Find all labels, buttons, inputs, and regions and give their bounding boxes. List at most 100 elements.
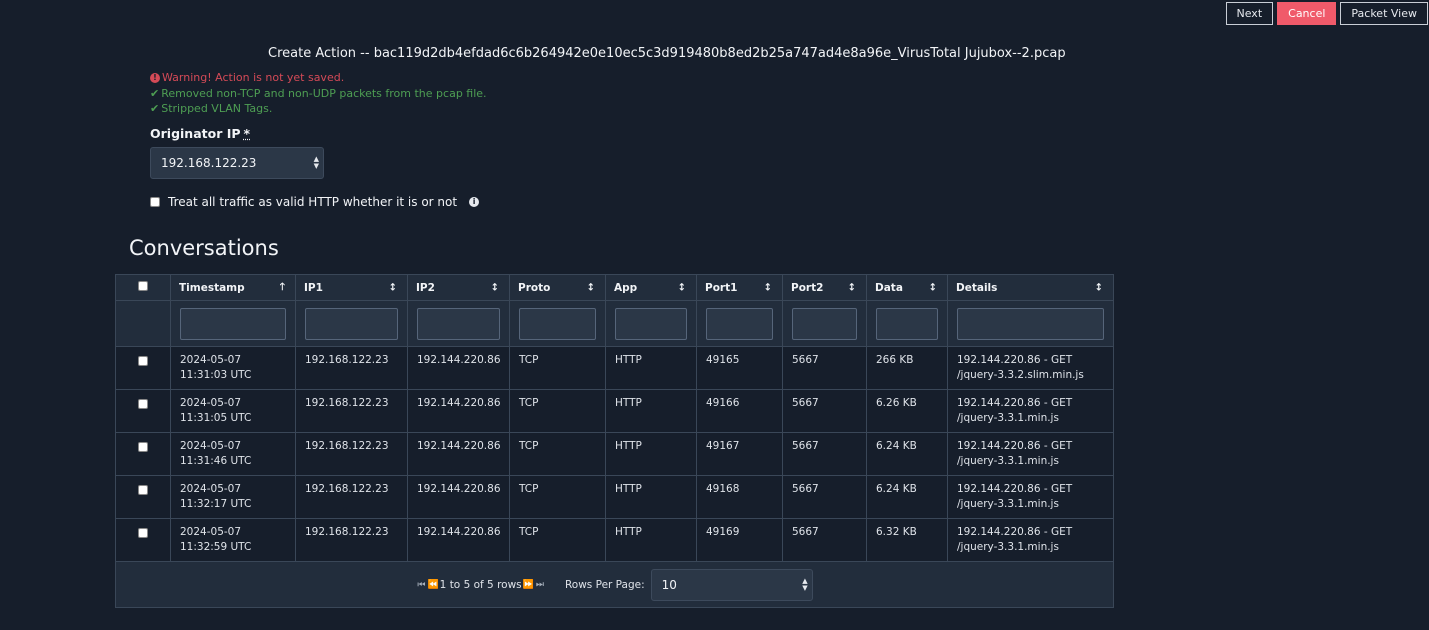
cell-data: 6.24 KB (866, 475, 948, 519)
cell-ip1: 192.168.122.23 (295, 518, 408, 562)
next-button[interactable]: Next (1225, 2, 1274, 25)
row-checkbox[interactable] (138, 356, 148, 366)
sort-icon[interactable]: ↕ (848, 282, 856, 293)
column-header-details[interactable]: Details ↕ (947, 274, 1114, 301)
table-row[interactable]: 2024-05-07 11:31:46 UTC 192.168.122.23 1… (115, 432, 1114, 476)
first-page-icon[interactable]: ⏮ (417, 580, 425, 590)
cell-app: HTTP (605, 346, 697, 390)
cell-data: 6.24 KB (866, 432, 948, 476)
filter-port2-input[interactable] (792, 307, 857, 340)
next-page-icon[interactable]: ⏩ (523, 580, 534, 590)
filter-cell (866, 300, 948, 347)
last-page-icon[interactable]: ⏭ (536, 580, 544, 590)
rows-per-page-label: Rows Per Page: (564, 578, 645, 591)
cell-details: 192.144.220.86 - GET /jquery-3.3.2.slim.… (947, 346, 1114, 390)
sort-icon[interactable]: ↕ (389, 282, 397, 293)
cell-timestamp: 2024-05-07 11:32:59 UTC (170, 518, 296, 562)
table-row[interactable]: 2024-05-07 11:32:59 UTC 192.168.122.23 1… (115, 518, 1114, 562)
column-label: Data (875, 281, 903, 294)
rows-per-page-select[interactable]: 10 ▲ ▼ (650, 568, 813, 601)
select-arrows-icon: ▲ ▼ (313, 155, 319, 170)
cell-app: HTTP (605, 475, 697, 519)
row-select-cell (115, 475, 171, 519)
originator-ip-select[interactable]: 192.168.122.23 ▲ ▼ (150, 147, 324, 179)
rows-per-page-value: 10 (661, 577, 677, 592)
cell-port1: 49166 (696, 389, 783, 433)
cancel-button[interactable]: Cancel (1277, 2, 1337, 25)
column-header-app[interactable]: App ↕ (605, 274, 697, 301)
column-label: Port1 (705, 281, 738, 294)
cell-details: 192.144.220.86 - GET /jquery-3.3.1.min.j… (947, 518, 1114, 562)
column-header-port2[interactable]: Port2 ↕ (782, 274, 867, 301)
filter-app-input[interactable] (615, 307, 687, 340)
column-header-proto[interactable]: Proto ↕ (509, 274, 606, 301)
sort-icon[interactable]: ↕ (587, 282, 595, 293)
column-header-port1[interactable]: Port1 ↕ (696, 274, 783, 301)
info-icon[interactable]: i (469, 197, 480, 207)
pagination: ⏮ ⏪ 1 to 5 of 5 rows ⏩ ⏭ Rows Per Page: … (117, 568, 1112, 601)
filter-data-input[interactable] (876, 307, 938, 340)
row-checkbox[interactable] (138, 399, 148, 409)
filter-ip1-input[interactable] (305, 307, 398, 340)
row-checkbox[interactable] (138, 485, 148, 495)
sort-icon[interactable]: ↕ (1095, 282, 1103, 293)
sort-icon[interactable]: ↕ (929, 282, 937, 293)
filter-cell-empty (115, 300, 171, 347)
previous-page-icon[interactable]: ⏪ (427, 580, 438, 590)
cell-data: 266 KB (866, 346, 948, 390)
column-label: IP1 (304, 281, 323, 294)
treat-http-option: Treat all traffic as valid HTTP whether … (150, 195, 480, 209)
sort-icon[interactable]: ↕ (491, 282, 499, 293)
filter-port1-input[interactable] (706, 307, 773, 340)
treat-http-label: Treat all traffic as valid HTTP whether … (168, 195, 458, 209)
table-row[interactable]: 2024-05-07 11:31:05 UTC 192.168.122.23 1… (115, 389, 1114, 433)
treat-http-checkbox[interactable] (150, 197, 160, 207)
pagination-range: 1 to 5 of 5 rows (439, 578, 522, 591)
column-label: Port2 (791, 281, 824, 294)
select-arrows-icon: ▲ ▼ (802, 576, 808, 592)
cell-timestamp: 2024-05-07 11:31:05 UTC (170, 389, 296, 433)
cell-ip1: 192.168.122.23 (295, 475, 408, 519)
column-header-ip1[interactable]: IP1 ↕ (295, 274, 408, 301)
cell-proto: TCP (509, 389, 606, 433)
column-label: App (614, 281, 638, 294)
cell-proto: TCP (509, 432, 606, 476)
cell-port2: 5667 (782, 432, 867, 476)
filter-timestamp-input[interactable] (180, 307, 286, 340)
cell-port2: 5667 (782, 389, 867, 433)
filter-cell (696, 300, 783, 347)
sort-icon[interactable]: ↕ (764, 282, 772, 293)
cell-details: 192.144.220.86 - GET /jquery-3.3.1.min.j… (947, 432, 1114, 476)
cell-details: 192.144.220.86 - GET /jquery-3.3.1.min.j… (947, 475, 1114, 519)
cell-ip1: 192.168.122.23 (295, 389, 408, 433)
select-all-checkbox[interactable] (138, 281, 148, 291)
row-checkbox[interactable] (138, 528, 148, 538)
warning-text: Warning! Action is not yet saved. (162, 71, 345, 84)
packet-view-button[interactable]: Packet View (1340, 2, 1428, 25)
column-label: Proto (518, 281, 551, 294)
checkmark-icon: ✔ (150, 86, 160, 100)
filter-details-input[interactable] (957, 307, 1104, 340)
column-label: Timestamp (179, 281, 245, 294)
filter-ip2-input[interactable] (417, 307, 500, 340)
column-header-data[interactable]: Data ↕ (866, 274, 948, 301)
table-row[interactable]: 2024-05-07 11:32:17 UTC 192.168.122.23 1… (115, 475, 1114, 519)
originator-ip-value: 192.168.122.23 (161, 156, 257, 170)
column-header-timestamp[interactable]: Timestamp 🡑 (170, 274, 296, 301)
filter-proto-input[interactable] (519, 307, 596, 340)
pagination-bar: ⏮ ⏪ 1 to 5 of 5 rows ⏩ ⏭ Rows Per Page: … (115, 561, 1114, 608)
row-select-cell (115, 389, 171, 433)
table-row[interactable]: 2024-05-07 11:31:03 UTC 192.168.122.23 1… (115, 346, 1114, 390)
conversations-title: Conversations (129, 236, 279, 260)
filter-cell (295, 300, 408, 347)
cell-port1: 49165 (696, 346, 783, 390)
sort-icon[interactable]: ↕ (678, 282, 686, 293)
row-checkbox[interactable] (138, 442, 148, 452)
sort-ascending-icon[interactable]: 🡑 (280, 279, 285, 296)
page-title: Create Action -- bac119d2db4efdad6c6b264… (268, 46, 1066, 61)
cell-data: 6.26 KB (866, 389, 948, 433)
column-header-ip2[interactable]: IP2 ↕ (407, 274, 510, 301)
removed-packets-text: Removed non-TCP and non-UDP packets from… (161, 86, 487, 100)
column-label: IP2 (416, 281, 435, 294)
cell-data: 6.32 KB (866, 518, 948, 562)
